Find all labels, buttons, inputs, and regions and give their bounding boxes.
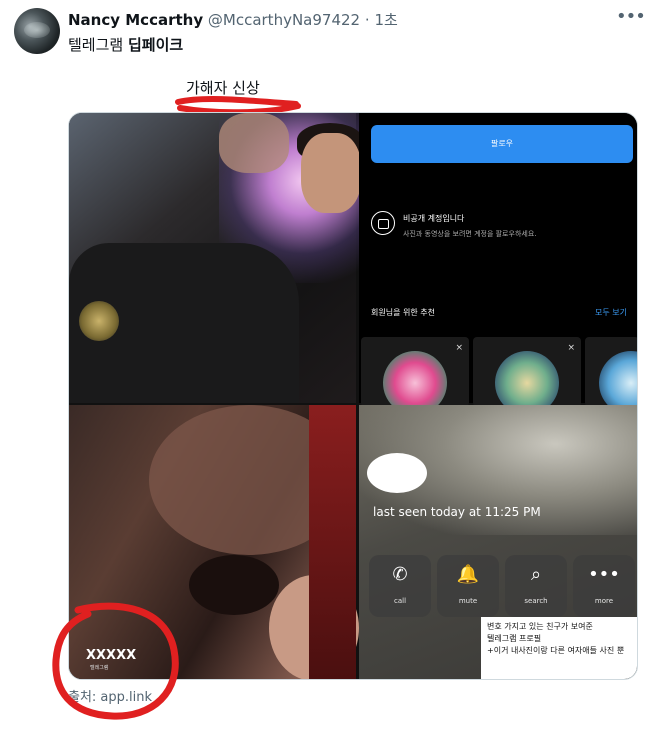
avatar[interactable] (14, 8, 60, 54)
telegram-profile-screenshot: last seen today at 11:25 PM ✆ call 🔔 mut… (359, 405, 637, 679)
action-label: search (524, 597, 548, 605)
suggestion-card: × (361, 337, 469, 415)
redaction-blob (367, 453, 427, 493)
lock-icon (371, 211, 395, 235)
private-account-subtitle: 사진과 동영상을 보려면 계정을 팔로우하세요. (403, 230, 537, 238)
timestamp[interactable]: 1초 (374, 11, 397, 29)
image-caption-box: 변호 가지고 있는 친구가 보여준 텔레그램 프로필 +이거 내사진이랑 다른 … (481, 617, 637, 679)
display-name[interactable]: Nancy Mccarthy (68, 11, 203, 29)
tweet-media-image[interactable]: 팔로우 비공개 계정입니다 사진과 동영상을 보려면 계정을 팔로우하세요. 회… (68, 112, 638, 680)
suggestions-title: 회원님을 위한 추천 (371, 308, 435, 317)
last-seen-status: last seen today at 11:25 PM (373, 505, 541, 519)
suggestion-card (585, 337, 637, 415)
instagram-profile-screenshot: 팔로우 비공개 계정입니다 사진과 동영상을 보려면 계정을 팔로우하세요. 회… (359, 113, 637, 415)
close-icon: × (455, 343, 463, 353)
caption-line: +이거 내사진이랑 다른 여자애들 사진 뿐 (487, 646, 625, 655)
private-account-title: 비공개 계정입니다 (403, 214, 465, 223)
suggestion-card: × (473, 337, 581, 415)
separator-dot: · (364, 11, 370, 29)
more-icon: ••• (588, 564, 620, 585)
bell-icon: 🔔 (456, 564, 480, 585)
action-mute: 🔔 mute (437, 555, 499, 617)
tweet-text-bold: 딥페이크 (127, 36, 184, 54)
action-label: more (594, 597, 614, 605)
tweet-header: Nancy Mccarthy @MccarthyNa97422 · 1초 (68, 9, 398, 30)
action-more: ••• more (573, 555, 635, 617)
action-label: call (393, 597, 407, 605)
see-all-link: 모두 보기 (595, 308, 627, 317)
action-call: ✆ call (369, 555, 431, 617)
close-icon: × (567, 343, 575, 353)
tweet-text: 텔레그램 딥페이크 (68, 34, 183, 55)
caption-line: 변호 가지고 있는 친구가 보여준 (487, 622, 593, 631)
action-label: mute (458, 597, 478, 605)
caption-line: 텔레그램 프로필 (487, 634, 542, 643)
follow-button: 팔로우 (371, 125, 633, 163)
more-horizontal-icon[interactable]: ••• (616, 8, 646, 28)
action-search: ⌕ search (505, 555, 567, 617)
jacket-logo (79, 301, 119, 341)
red-circle-mark (52, 602, 179, 720)
search-icon: ⌕ (530, 564, 542, 585)
phone-icon: ✆ (392, 564, 408, 585)
photo-top-left (69, 113, 363, 403)
tweet-text-plain: 텔레그램 (68, 36, 128, 54)
user-handle[interactable]: @MccarthyNa97422 (208, 11, 360, 29)
